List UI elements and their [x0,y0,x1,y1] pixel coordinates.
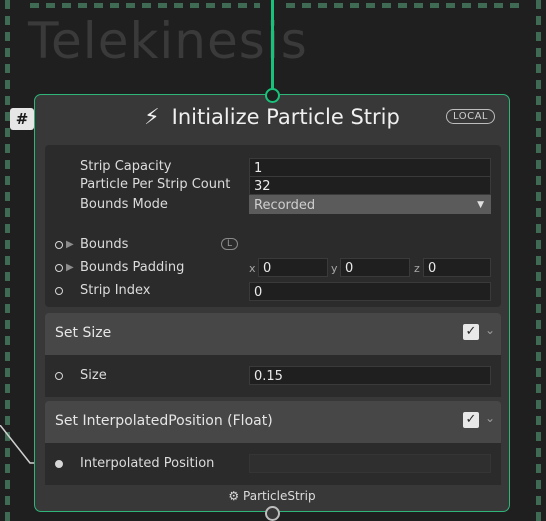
set-size-block-header[interactable]: Set Size ✓ ⌄ [45,313,501,355]
group-border-top-right [286,3,526,8]
bounds-padding-y-field[interactable]: 0 [340,258,410,277]
bounds-padding-label: Bounds Padding [80,260,185,275]
hash-badge: # [10,108,34,130]
set-interpolated-position-title: Set InterpolatedPosition (Float) [55,413,273,429]
z-axis-label: z [414,262,420,275]
chevron-down-icon[interactable]: ⌄ [485,323,495,337]
expand-arrow-icon[interactable]: ▶ [66,262,74,273]
set-size-title: Set Size [55,325,112,341]
local-space-badge[interactable]: LOCAL [446,109,495,124]
bounds-padding-x-field[interactable]: 0 [258,258,328,277]
set-interpolated-position-block-body: Interpolated Position [45,443,501,485]
set-size-block-body: Size 0.15 [45,355,501,397]
size-field[interactable]: 0.15 [249,366,491,385]
strip-index-field[interactable]: 0 [249,282,491,301]
bounds-input-port[interactable] [55,241,63,249]
particle-per-strip-field[interactable]: 32 [249,176,491,195]
group-title[interactable]: Telekinesis [28,12,308,70]
set-interpolated-position-block-header[interactable]: Set InterpolatedPosition (Float) ✓ ⌄ [45,401,501,443]
group-border-top-left [30,3,260,8]
y-axis-label: y [331,262,338,275]
bounds-mode-label: Bounds Mode [80,197,168,212]
bounds-mode-dropdown[interactable]: Recorded ▼ [249,195,491,214]
chevron-down-icon[interactable]: ⌄ [485,411,495,425]
interpolated-position-label: Interpolated Position [80,456,215,471]
x-axis-label: x [249,262,256,275]
strip-index-input-port[interactable] [55,287,63,295]
strip-capacity-label: Strip Capacity [80,159,172,174]
strip-index-label: Strip Index [80,283,151,298]
bounds-padding-z-field[interactable]: 0 [423,258,491,277]
particle-strip-icon: ⚙ [228,489,240,503]
size-label: Size [80,368,107,383]
dropdown-arrow-icon: ▼ [477,200,484,210]
particle-per-strip-label: Particle Per Strip Count [80,177,231,192]
set-size-enabled-checkbox[interactable]: ✓ [463,324,479,340]
interpolated-position-input-port[interactable] [55,460,63,468]
flow-output-port[interactable] [265,506,280,521]
expand-arrow-icon[interactable]: ▶ [66,239,74,250]
context-type-label: ⚙ ParticleStrip [228,489,316,503]
bounds-padding-input-port[interactable] [55,264,63,272]
bounds-label: Bounds [80,237,129,252]
local-space-icon[interactable]: L [221,238,239,250]
node-title[interactable]: ⚡ Initialize Particle Strip [35,105,509,130]
strip-capacity-field[interactable]: 1 [249,158,491,177]
size-input-port[interactable] [55,372,63,380]
interpolated-position-field[interactable] [249,454,491,473]
group-border-right [536,0,541,521]
properties-section: Strip Capacity 1 Particle Per Strip Coun… [45,145,501,307]
input-flow-wire [271,0,274,94]
set-interpolated-position-enabled-checkbox[interactable]: ✓ [463,412,479,428]
lightning-icon: ⚡ [144,105,160,130]
initialize-particle-strip-node[interactable]: ⚡ Initialize Particle Strip LOCAL Strip C… [34,94,510,512]
flow-input-port[interactable] [265,88,280,103]
